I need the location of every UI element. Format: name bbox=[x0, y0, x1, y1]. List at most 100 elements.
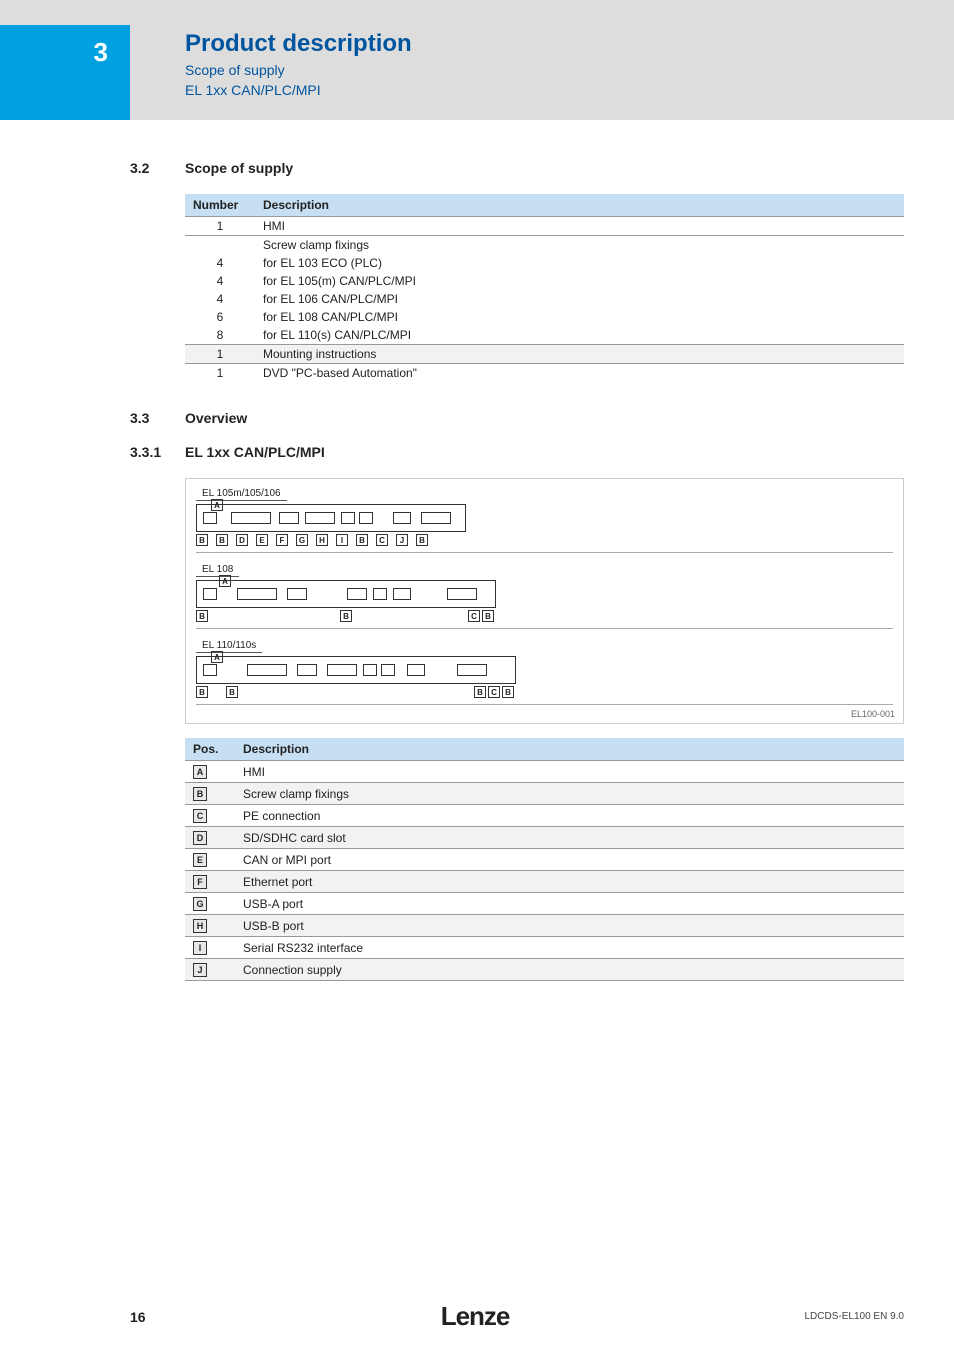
callout-box: B bbox=[356, 534, 368, 546]
legend-description: Ethernet port bbox=[235, 871, 904, 893]
callout-box: C bbox=[468, 610, 480, 622]
device-label: EL 105m/105/106 bbox=[196, 488, 287, 501]
supply-number: 6 bbox=[185, 308, 255, 326]
supply-description: HMI bbox=[255, 217, 904, 236]
supply-number: 8 bbox=[185, 326, 255, 345]
legend-pos: I bbox=[185, 937, 235, 959]
callout-box: B bbox=[474, 686, 486, 698]
table-row: 1DVD "PC-based Automation" bbox=[185, 364, 904, 383]
legend-description: PE connection bbox=[235, 805, 904, 827]
device-label: EL 108 bbox=[196, 564, 239, 577]
legend-pos: F bbox=[185, 871, 235, 893]
section-title: Scope of supply bbox=[185, 160, 293, 176]
device-group-3: EL 110/110s A BBBCB bbox=[196, 639, 893, 705]
supply-description: DVD "PC-based Automation" bbox=[255, 364, 904, 383]
callout-box: B bbox=[226, 686, 238, 698]
table-row: ECAN or MPI port bbox=[185, 849, 904, 871]
callout-box: A bbox=[211, 651, 223, 663]
header-subtitle-1: Scope of supply bbox=[185, 62, 412, 78]
callout-box: B bbox=[196, 610, 208, 622]
table-row: B Screw clamp fixings bbox=[185, 783, 904, 805]
table-row: 4for EL 106 CAN/PLC/MPI bbox=[185, 290, 904, 308]
table-row: 6for EL 108 CAN/PLC/MPI bbox=[185, 308, 904, 326]
position-box: A bbox=[193, 765, 207, 779]
legend-description: Connection supply bbox=[235, 959, 904, 981]
page-header: 3 Product description Scope of supply EL… bbox=[0, 0, 954, 120]
supply-number: 4 bbox=[185, 290, 255, 308]
legend-description: SD/SDHC card slot bbox=[235, 827, 904, 849]
table-row: C PE connection bbox=[185, 805, 904, 827]
table-row: 4for EL 103 ECO (PLC) bbox=[185, 254, 904, 272]
callout-box: B bbox=[416, 534, 428, 546]
chapter-number-block: 3 bbox=[0, 25, 130, 120]
supply-description: for EL 103 ECO (PLC) bbox=[255, 254, 904, 272]
supply-description: Screw clamp fixings bbox=[255, 236, 904, 255]
device-group-2: EL 108 A BBCB bbox=[196, 563, 893, 629]
header-subtitle-2: EL 1xx CAN/PLC/MPI bbox=[185, 82, 412, 98]
supply-description: for EL 108 CAN/PLC/MPI bbox=[255, 308, 904, 326]
callout-box: A bbox=[219, 575, 231, 587]
supply-number bbox=[185, 236, 255, 255]
supply-description: for EL 105(m) CAN/PLC/MPI bbox=[255, 272, 904, 290]
legend-pos: C bbox=[185, 805, 235, 827]
table-row: FEthernet port bbox=[185, 871, 904, 893]
callout-box: F bbox=[276, 534, 288, 546]
callout-box: B bbox=[196, 534, 208, 546]
legend-table: Pos. Description AHMIBScrew clamp fixing… bbox=[185, 738, 904, 981]
header-title-block: Product description Scope of supply EL 1… bbox=[185, 30, 412, 98]
callout-box: I bbox=[336, 534, 348, 546]
table-row: A HMI bbox=[185, 761, 904, 783]
legend-description: Serial RS232 interface bbox=[235, 937, 904, 959]
position-box: E bbox=[193, 853, 207, 867]
supply-description: for EL 110(s) CAN/PLC/MPI bbox=[255, 326, 904, 345]
callout-box: D bbox=[236, 534, 248, 546]
callout-box: G bbox=[296, 534, 308, 546]
legend-description: HMI bbox=[235, 761, 904, 783]
legend-pos: A bbox=[185, 761, 235, 783]
table-row: J Connection supply bbox=[185, 959, 904, 981]
section-number: 3.2 bbox=[130, 160, 185, 176]
supply-number: 1 bbox=[185, 364, 255, 383]
section-number: 3.3 bbox=[130, 410, 185, 426]
position-box: J bbox=[193, 963, 207, 977]
legend-pos: G bbox=[185, 893, 235, 915]
table-row: H USB-B port bbox=[185, 915, 904, 937]
section-title: EL 1xx CAN/PLC/MPI bbox=[185, 444, 325, 460]
legend-th-desc: Description bbox=[235, 738, 904, 761]
legend-description: Screw clamp fixings bbox=[235, 783, 904, 805]
legend-pos: D bbox=[185, 827, 235, 849]
callout-box: B bbox=[196, 686, 208, 698]
position-box: H bbox=[193, 919, 207, 933]
table-row: DSD/SDHC card slot bbox=[185, 827, 904, 849]
callout-box: E bbox=[256, 534, 268, 546]
legend-description: USB-B port bbox=[235, 915, 904, 937]
device-outline: A bbox=[196, 504, 466, 532]
device-label: EL 110/110s bbox=[196, 640, 262, 653]
device-outline: A bbox=[196, 580, 496, 608]
callout-box: J bbox=[396, 534, 408, 546]
device-group-1: EL 105m/105/106 A BBDEFGHIBCJB bbox=[196, 487, 893, 553]
table-row: 1Mounting instructions bbox=[185, 345, 904, 364]
position-box: B bbox=[193, 787, 207, 801]
supply-number: 1 bbox=[185, 345, 255, 364]
callout-box: B bbox=[482, 610, 494, 622]
callout-box: C bbox=[488, 686, 500, 698]
callout-row: BBDEFGHIBCJB bbox=[196, 534, 893, 546]
legend-pos: J bbox=[185, 959, 235, 981]
page-number: 16 bbox=[130, 1309, 146, 1325]
supply-number: 1 bbox=[185, 217, 255, 236]
position-box: G bbox=[193, 897, 207, 911]
device-outline: A bbox=[196, 656, 516, 684]
table-row: 1HMI bbox=[185, 217, 904, 236]
supply-th-description: Description bbox=[255, 194, 904, 217]
brand-logo: Lenze bbox=[441, 1301, 510, 1332]
page-content: 3.2 Scope of supply Number Description 1… bbox=[0, 120, 954, 981]
callout-box: B bbox=[216, 534, 228, 546]
supply-number: 4 bbox=[185, 272, 255, 290]
page-footer: 16 Lenze LDCDS-EL100 EN 9.0 bbox=[0, 1301, 954, 1332]
chapter-title: Product description bbox=[185, 30, 412, 58]
legend-pos: E bbox=[185, 849, 235, 871]
device-diagram: EL 105m/105/106 A BBDEFGHIBCJB EL 108 A bbox=[185, 478, 904, 724]
position-box: C bbox=[193, 809, 207, 823]
callout-box: B bbox=[502, 686, 514, 698]
